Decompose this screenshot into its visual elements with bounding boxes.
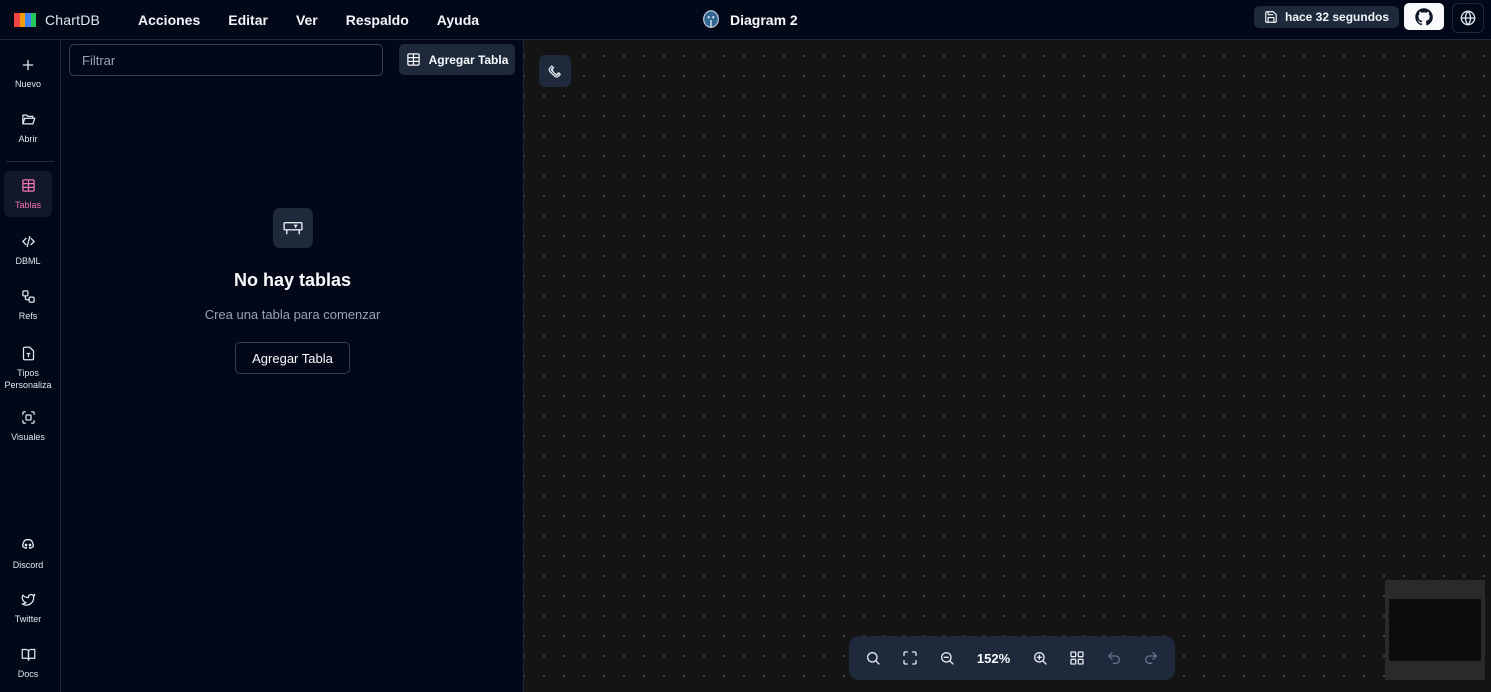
top-bar: ChartDB Acciones Editar Ver Respaldo Ayu… bbox=[0, 0, 1491, 40]
sidebar-rail: Nuevo Abrir Tablas DBML Refs Tipos Perso… bbox=[0, 40, 61, 692]
save-status-text: hace 32 segundos bbox=[1285, 10, 1390, 24]
rail-tipos-personalizados[interactable]: Tipos Personaliza bbox=[4, 343, 52, 393]
grid-icon bbox=[1070, 651, 1084, 665]
canvas-toolbar: 152% bbox=[849, 636, 1175, 680]
tables-panel: Agregar Tabla No hay tablas Crea una tab… bbox=[61, 40, 524, 692]
rail-dbml[interactable]: DBML bbox=[4, 227, 52, 273]
table-icon bbox=[21, 178, 35, 192]
search-icon bbox=[867, 652, 881, 665]
scan-icon bbox=[21, 410, 35, 424]
github-icon bbox=[1415, 7, 1433, 25]
rail-refs[interactable]: Refs bbox=[4, 282, 52, 328]
auto-arrange-button[interactable] bbox=[1058, 642, 1095, 674]
menu-ayuda[interactable]: Ayuda bbox=[423, 12, 493, 28]
plus-icon bbox=[22, 59, 34, 71]
rail-discord[interactable]: Discord bbox=[4, 531, 52, 577]
fit-view-button[interactable] bbox=[892, 642, 929, 674]
empty-subtitle: Crea una tabla para comenzar bbox=[204, 307, 381, 322]
rail-twitter[interactable]: Twitter bbox=[4, 585, 52, 631]
empty-state: No hay tablas Crea una tabla para comenz… bbox=[61, 208, 524, 374]
rail-discord-label: Discord bbox=[12, 560, 44, 570]
postgresql-icon bbox=[703, 10, 719, 28]
discord-icon bbox=[22, 539, 34, 549]
add-table-button[interactable]: Agregar Tabla bbox=[399, 44, 515, 75]
menu-editar[interactable]: Editar bbox=[214, 12, 282, 28]
empty-title: No hay tablas bbox=[233, 270, 352, 290]
zoom-out-button[interactable] bbox=[929, 642, 966, 674]
brand-name: ChartDB bbox=[45, 11, 101, 28]
diagram-canvas[interactable]: 152% bbox=[524, 40, 1491, 692]
rail-visuales-label: Visuales bbox=[11, 431, 45, 442]
rail-abrir[interactable]: Abrir bbox=[4, 105, 52, 151]
github-button[interactable] bbox=[1404, 3, 1444, 30]
file-type-icon bbox=[22, 346, 34, 360]
rail-tablas[interactable]: Tablas bbox=[4, 171, 52, 217]
brand[interactable]: ChartDB bbox=[14, 12, 110, 28]
magnet-icon bbox=[548, 65, 561, 78]
diagram-name: Diagram 2 bbox=[730, 12, 798, 28]
zoom-out-icon bbox=[941, 652, 954, 665]
code-icon bbox=[21, 235, 35, 247]
rail-dbml-label: DBML bbox=[15, 255, 41, 266]
menu-ver[interactable]: Ver bbox=[282, 12, 332, 28]
undo-button[interactable] bbox=[1095, 642, 1132, 674]
rail-tablas-label: Tablas bbox=[14, 199, 41, 210]
diagram-title[interactable]: Diagram 2 bbox=[700, 0, 798, 40]
rail-nuevo-label: Nuevo bbox=[14, 79, 41, 89]
rail-visuales[interactable]: Visuales bbox=[4, 403, 52, 449]
zoom-in-button[interactable] bbox=[1021, 642, 1058, 674]
rail-abrir-label: Abrir bbox=[18, 133, 38, 144]
add-table-label: Agregar Tabla bbox=[428, 52, 509, 67]
menu-acciones[interactable]: Acciones bbox=[124, 12, 214, 28]
redo-button[interactable] bbox=[1132, 642, 1169, 674]
rail-nuevo[interactable]: Nuevo bbox=[4, 51, 52, 97]
chartdb-app: ChartDB Acciones Editar Ver Respaldo Ayu… bbox=[0, 0, 1491, 692]
chartdb-logo-icon bbox=[14, 12, 36, 27]
table-icon bbox=[406, 53, 420, 66]
zoom-level: 152% bbox=[976, 650, 1011, 666]
redo-icon bbox=[1144, 652, 1157, 664]
empty-add-table-button[interactable]: Agregar Tabla bbox=[235, 342, 350, 374]
minimap-viewport[interactable] bbox=[1389, 599, 1481, 661]
rail-twitter-label: Twitter bbox=[14, 613, 42, 624]
search-button[interactable] bbox=[855, 642, 892, 674]
language-button[interactable] bbox=[1452, 3, 1484, 33]
globe-icon bbox=[1460, 10, 1476, 26]
menu-respaldo[interactable]: Respaldo bbox=[332, 12, 423, 28]
workflow-icon bbox=[21, 289, 35, 303]
folder-open-icon bbox=[21, 114, 35, 124]
minimap[interactable] bbox=[1385, 580, 1485, 680]
canvas-tool-button[interactable] bbox=[539, 55, 571, 87]
main-menu: Acciones Editar Ver Respaldo Ayuda bbox=[124, 12, 493, 28]
zoom-in-icon bbox=[1033, 652, 1047, 665]
empty-table-icon bbox=[272, 208, 313, 248]
rail-docs-label: Docs bbox=[17, 668, 39, 679]
twitter-icon bbox=[21, 593, 35, 606]
rail-refs-label: Refs bbox=[18, 310, 38, 321]
undo-icon bbox=[1107, 652, 1120, 664]
filter-input[interactable] bbox=[69, 44, 383, 76]
book-open-icon bbox=[21, 648, 35, 661]
rail-docs[interactable]: Docs bbox=[4, 640, 52, 686]
fit-view-icon bbox=[903, 651, 917, 665]
rail-tipos-label: Tipos Personaliza bbox=[4, 367, 52, 390]
save-icon bbox=[1265, 11, 1277, 23]
rail-divider bbox=[6, 161, 54, 162]
save-status-badge[interactable]: hace 32 segundos bbox=[1254, 6, 1400, 28]
